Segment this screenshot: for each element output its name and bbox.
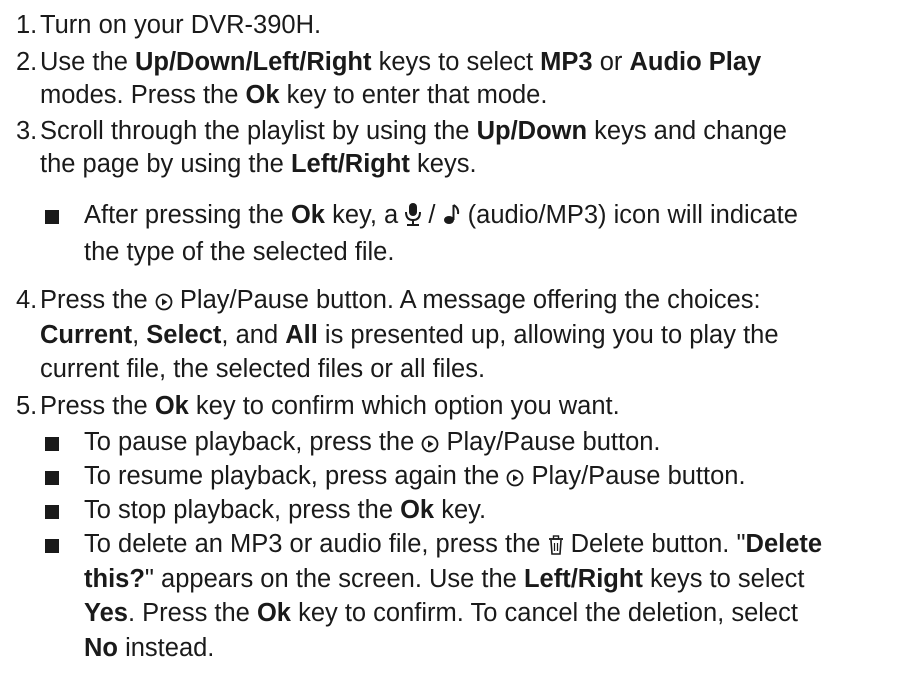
step-number: 5. <box>16 392 38 420</box>
step-2-line-2: modes. Press the Ok key to enter that mo… <box>40 81 548 109</box>
step-number: 1. <box>16 11 38 39</box>
step-text: Press the Play/Pause button. A message o… <box>40 285 761 318</box>
step-text: Turn on your DVR-390H. <box>40 11 322 39</box>
step-number: 3. <box>16 117 38 145</box>
bullet-delete-line-2: this?" appears on the screen. Use the Le… <box>84 565 805 593</box>
bullet-delete-line-4: No instead. <box>84 634 215 662</box>
step-text: Use the Up/Down/Left/Right keys to selec… <box>40 48 762 76</box>
bullet-stop: To stop playback, press the Ok key. <box>84 496 487 524</box>
play-pause-icon <box>506 464 524 494</box>
bullet-marker <box>45 471 59 485</box>
step-3-note: After pressing the Ok key, a / (audio/MP… <box>84 200 798 233</box>
step-text: Scroll through the playlist by using the… <box>40 117 787 145</box>
play-pause-icon <box>421 430 439 460</box>
bullet-resume: To resume playback, press again the Play… <box>84 461 746 494</box>
step-number: 4. <box>16 286 38 314</box>
bullet-delete-line-3: Yes. Press the Ok key to confirm. To can… <box>84 599 798 627</box>
music-note-icon <box>443 202 461 233</box>
step-number: 2. <box>16 48 38 76</box>
trash-icon <box>548 532 564 562</box>
play-pause-icon <box>155 288 173 318</box>
bullet-delete: To delete an MP3 or audio file, press th… <box>84 529 822 562</box>
bullet-marker <box>45 505 59 519</box>
step-3-line-2: the page by using the Left/Right keys. <box>40 150 477 178</box>
step-4-line-2: Current, Select, and All is presented up… <box>40 321 779 349</box>
bullet-marker <box>45 210 59 224</box>
microphone-icon <box>405 202 422 233</box>
step-text: Press the Ok key to confirm which option… <box>40 392 620 420</box>
step-4-line-3: current file, the selected files or all … <box>40 355 486 383</box>
step-3-note-line-2: the type of the selected file. <box>84 238 395 266</box>
bullet-pause: To pause playback, press the Play/Pause … <box>84 427 661 460</box>
bullet-marker <box>45 539 59 553</box>
bullet-marker <box>45 437 59 451</box>
